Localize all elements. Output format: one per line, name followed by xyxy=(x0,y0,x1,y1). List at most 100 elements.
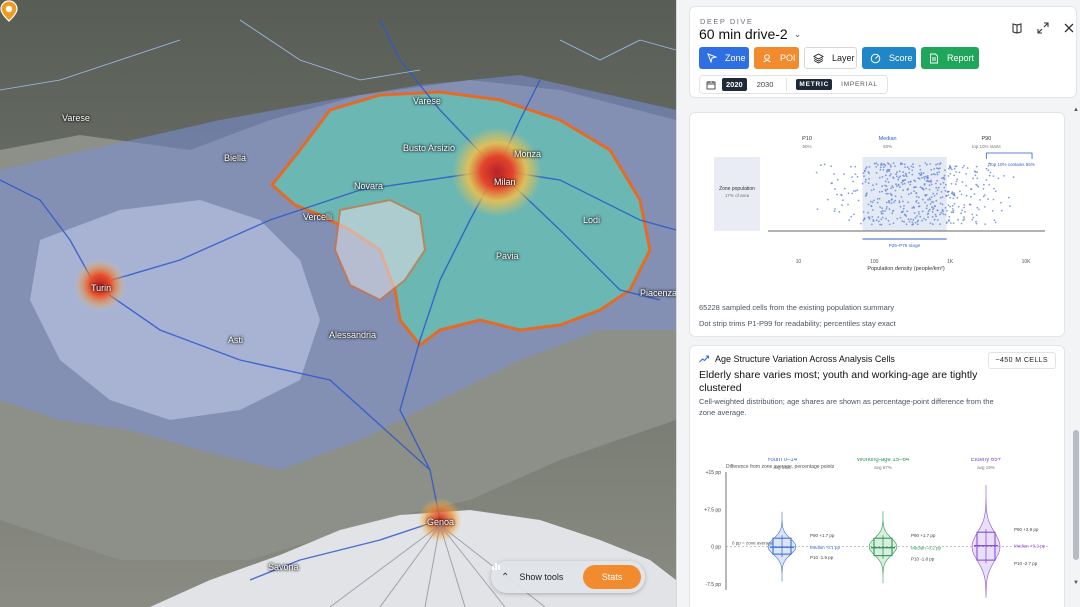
close-icon[interactable] xyxy=(1060,19,1078,37)
stats-button[interactable]: Stats xyxy=(492,563,641,589)
density-dot xyxy=(983,206,986,208)
density-dot xyxy=(884,184,886,187)
metric-toggle[interactable]: METRIC xyxy=(796,79,833,90)
density-dot xyxy=(952,197,955,200)
density-dot xyxy=(961,181,964,183)
density-dot xyxy=(897,178,900,181)
density-dot xyxy=(843,187,846,190)
density-dot xyxy=(917,202,920,205)
density-dot xyxy=(880,210,883,213)
density-dot xyxy=(911,207,914,209)
density-dot xyxy=(936,171,939,174)
density-dot xyxy=(905,215,907,217)
density-dot xyxy=(947,204,950,207)
density-dot xyxy=(960,212,962,215)
percentile-marker-label: P10 xyxy=(802,136,812,142)
density-dot xyxy=(856,175,859,178)
scroll-down-arrow[interactable]: ▼ xyxy=(1072,579,1080,587)
density-dot xyxy=(909,183,912,186)
density-dot xyxy=(884,180,887,183)
show-tools-button[interactable]: ⌃ Show tools xyxy=(501,572,563,583)
density-dot xyxy=(951,192,954,195)
density-dot xyxy=(978,208,980,211)
density-dot xyxy=(949,196,952,199)
zone-selector[interactable]: 60 min drive-2 ⌄ xyxy=(699,26,801,42)
density-dot xyxy=(939,202,942,205)
density-dot xyxy=(975,183,978,186)
city-label: Lodi xyxy=(583,215,601,225)
density-dot xyxy=(955,180,958,183)
density-dot xyxy=(932,192,935,195)
city-label: Genoa xyxy=(427,517,455,527)
density-dot xyxy=(939,196,942,199)
density-dot xyxy=(964,210,966,213)
density-dot xyxy=(890,199,893,201)
zone-button[interactable]: Zone xyxy=(699,47,749,69)
age-structure-card: Age Structure Variation Across Analysis … xyxy=(689,345,1065,607)
density-dot xyxy=(946,221,948,224)
density-dot xyxy=(947,194,950,196)
density-dot xyxy=(987,198,989,200)
group-average: avg 14% xyxy=(773,465,791,470)
density-dot xyxy=(974,174,977,177)
density-dot xyxy=(885,217,887,220)
poi-button[interactable]: POI xyxy=(754,47,799,69)
scroll-up-arrow[interactable]: ▲ xyxy=(1072,106,1080,114)
density-dot xyxy=(830,165,832,168)
density-dot xyxy=(971,213,974,216)
density-dot xyxy=(910,165,913,168)
book-icon[interactable] xyxy=(1008,19,1026,37)
city-label: Novara xyxy=(354,181,384,191)
density-dot xyxy=(872,219,874,221)
density-dot xyxy=(895,173,897,176)
year-2030-toggle[interactable]: 2030 xyxy=(753,78,778,91)
density-dot xyxy=(946,190,949,193)
density-dot xyxy=(954,165,956,168)
density-dot xyxy=(936,167,938,170)
density-dot xyxy=(842,199,844,202)
density-dot xyxy=(941,203,944,206)
x-tick-label: 100 xyxy=(870,259,879,265)
density-dot xyxy=(902,207,905,210)
density-dot xyxy=(993,187,995,190)
imperial-toggle[interactable]: IMPERIAL xyxy=(838,79,881,90)
map-toolbar: ⌃ Show tools Stats xyxy=(491,561,645,593)
panel-scrollbar[interactable]: ▲ ▼ xyxy=(1072,104,1080,607)
year-unit-selector: 2020 2030 METRIC IMPERIAL xyxy=(699,75,888,94)
expand-icon[interactable] xyxy=(1034,19,1052,37)
density-dot xyxy=(934,213,937,216)
density-dot xyxy=(888,208,891,211)
density-dot xyxy=(871,201,874,204)
panel-body[interactable]: Zone population 17% of area P10 50% Median 50… xyxy=(677,104,1080,607)
score-button[interactable]: Score xyxy=(862,47,916,69)
year-2020-toggle[interactable]: 2020 xyxy=(722,78,747,91)
location-pin-icon[interactable] xyxy=(0,0,18,22)
density-dot xyxy=(876,201,879,204)
report-button[interactable]: Report xyxy=(921,47,979,69)
scroll-thumb[interactable] xyxy=(1073,430,1079,560)
density-dot xyxy=(939,213,941,216)
map-canvas[interactable] xyxy=(0,0,676,607)
density-dot xyxy=(921,198,924,201)
city-label: Savona xyxy=(268,562,299,572)
divider xyxy=(786,78,788,91)
density-dot xyxy=(944,189,947,192)
x-tick-label: 1K xyxy=(947,259,954,265)
density-dot xyxy=(867,182,870,185)
layer-button[interactable]: Layer xyxy=(804,47,857,69)
density-dot xyxy=(985,179,988,181)
density-dot xyxy=(936,173,939,176)
y-tick-label: -7.5 pp xyxy=(705,582,721,588)
density-dot xyxy=(930,196,933,199)
percentile-marker-label: Median xyxy=(879,136,897,142)
density-dot xyxy=(836,193,838,196)
density-dot xyxy=(850,215,853,218)
density-dot xyxy=(882,210,884,212)
density-dot xyxy=(942,181,945,184)
density-dot xyxy=(878,197,881,200)
density-dot xyxy=(965,184,968,187)
density-dot xyxy=(927,216,929,219)
city-label: Busto Arsizio xyxy=(403,143,456,153)
density-dot xyxy=(884,174,887,177)
density-dot xyxy=(922,172,925,174)
